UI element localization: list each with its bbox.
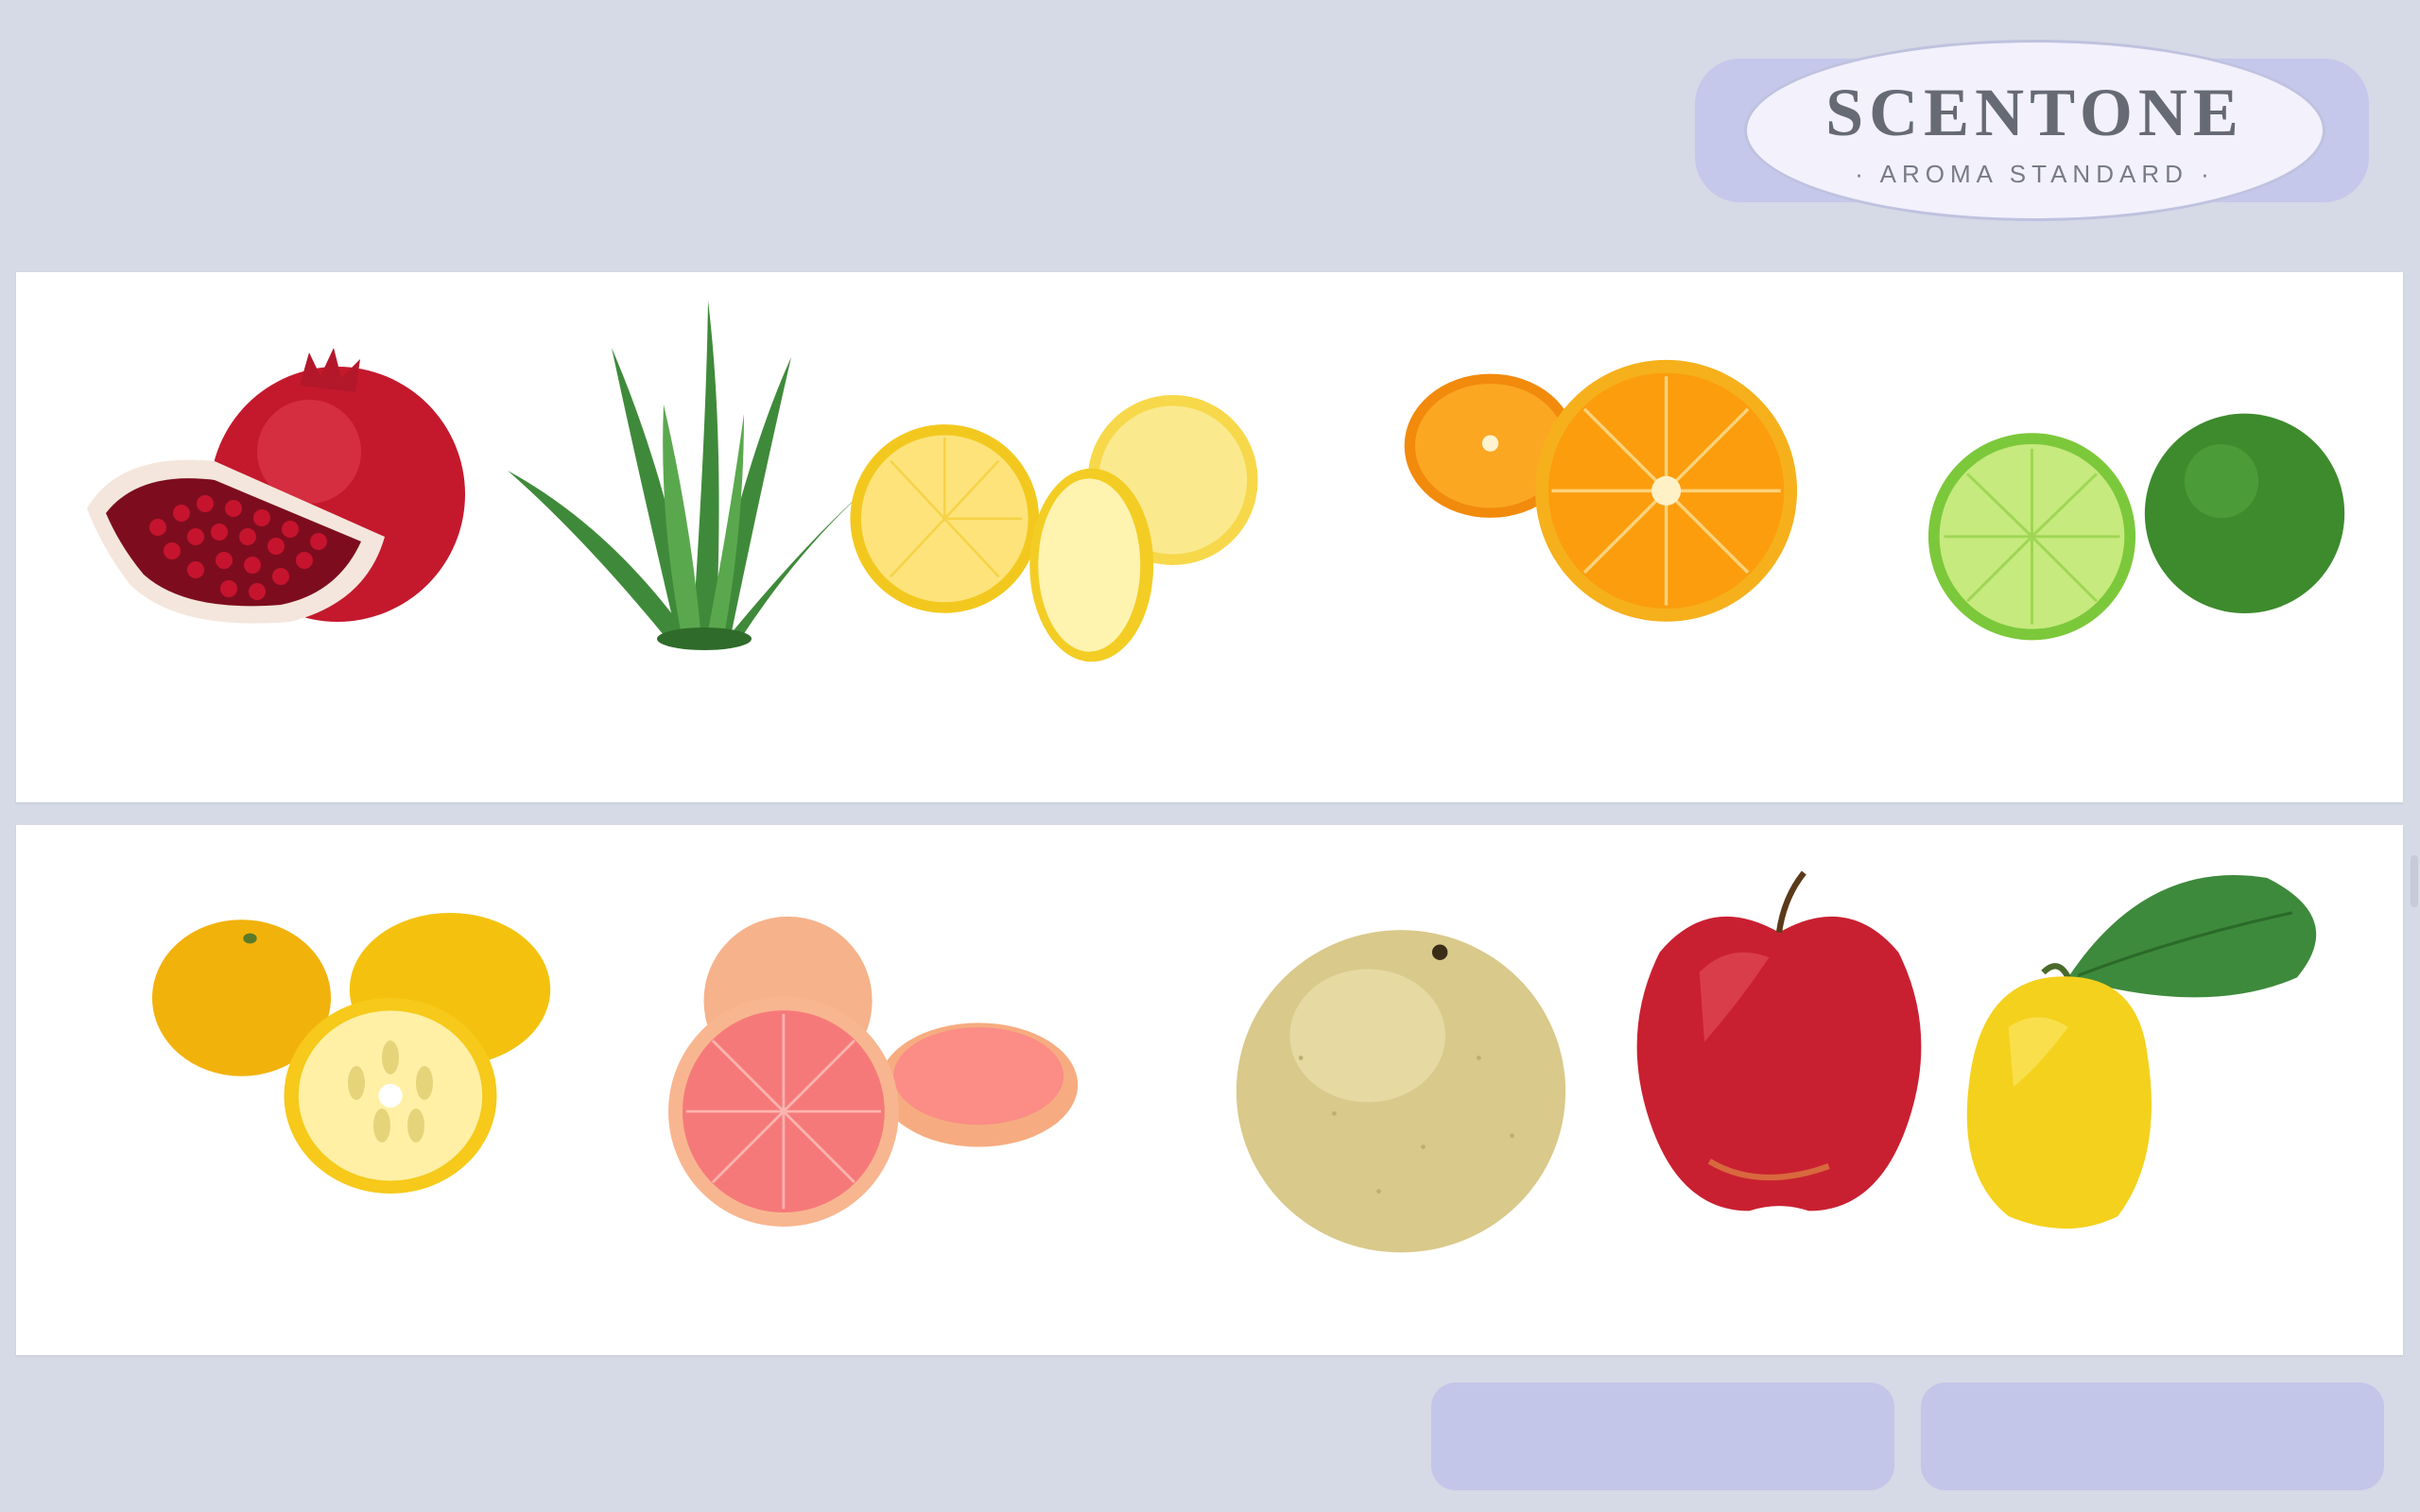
apple-icon	[1636, 870, 1922, 1211]
scent-tile-pear[interactable]	[1188, 891, 1614, 1269]
lime-icon	[1927, 413, 2345, 641]
pear-icon	[1236, 930, 1566, 1253]
scent-tile-orange[interactable]	[1396, 310, 1822, 688]
left-action-button[interactable]	[1431, 1383, 1894, 1490]
scent-tile-lime[interactable]	[1926, 338, 2351, 716]
orange-icon	[1404, 359, 1798, 622]
grapefruit-icon	[668, 916, 1079, 1227]
brand-logo: SCENTONE · AROMA STANDARD ·	[1744, 40, 2325, 221]
scent-row-1	[16, 272, 2403, 802]
brand-name: SCENTONE	[1825, 75, 2244, 150]
quince-icon	[1966, 875, 2317, 1229]
yuzu-icon	[152, 913, 551, 1194]
scent-tile-yuzu[interactable]	[144, 877, 569, 1255]
scent-tile-grapefruit[interactable]	[668, 896, 1094, 1274]
lemon-icon	[850, 395, 1258, 662]
scent-tile-lemon[interactable]	[848, 334, 1273, 712]
scent-row-2	[16, 825, 2403, 1355]
pomegranate-icon	[87, 348, 465, 624]
brand-tagline: · AROMA STANDARD ·	[1855, 160, 2215, 188]
scroll-edge-indicator	[2411, 855, 2418, 907]
scent-tile-apple[interactable]	[1566, 863, 1992, 1241]
right-action-button[interactable]	[1921, 1383, 2384, 1490]
scent-tile-quince[interactable]	[1935, 858, 2360, 1236]
scent-tile-pomegranate[interactable]	[63, 310, 489, 688]
